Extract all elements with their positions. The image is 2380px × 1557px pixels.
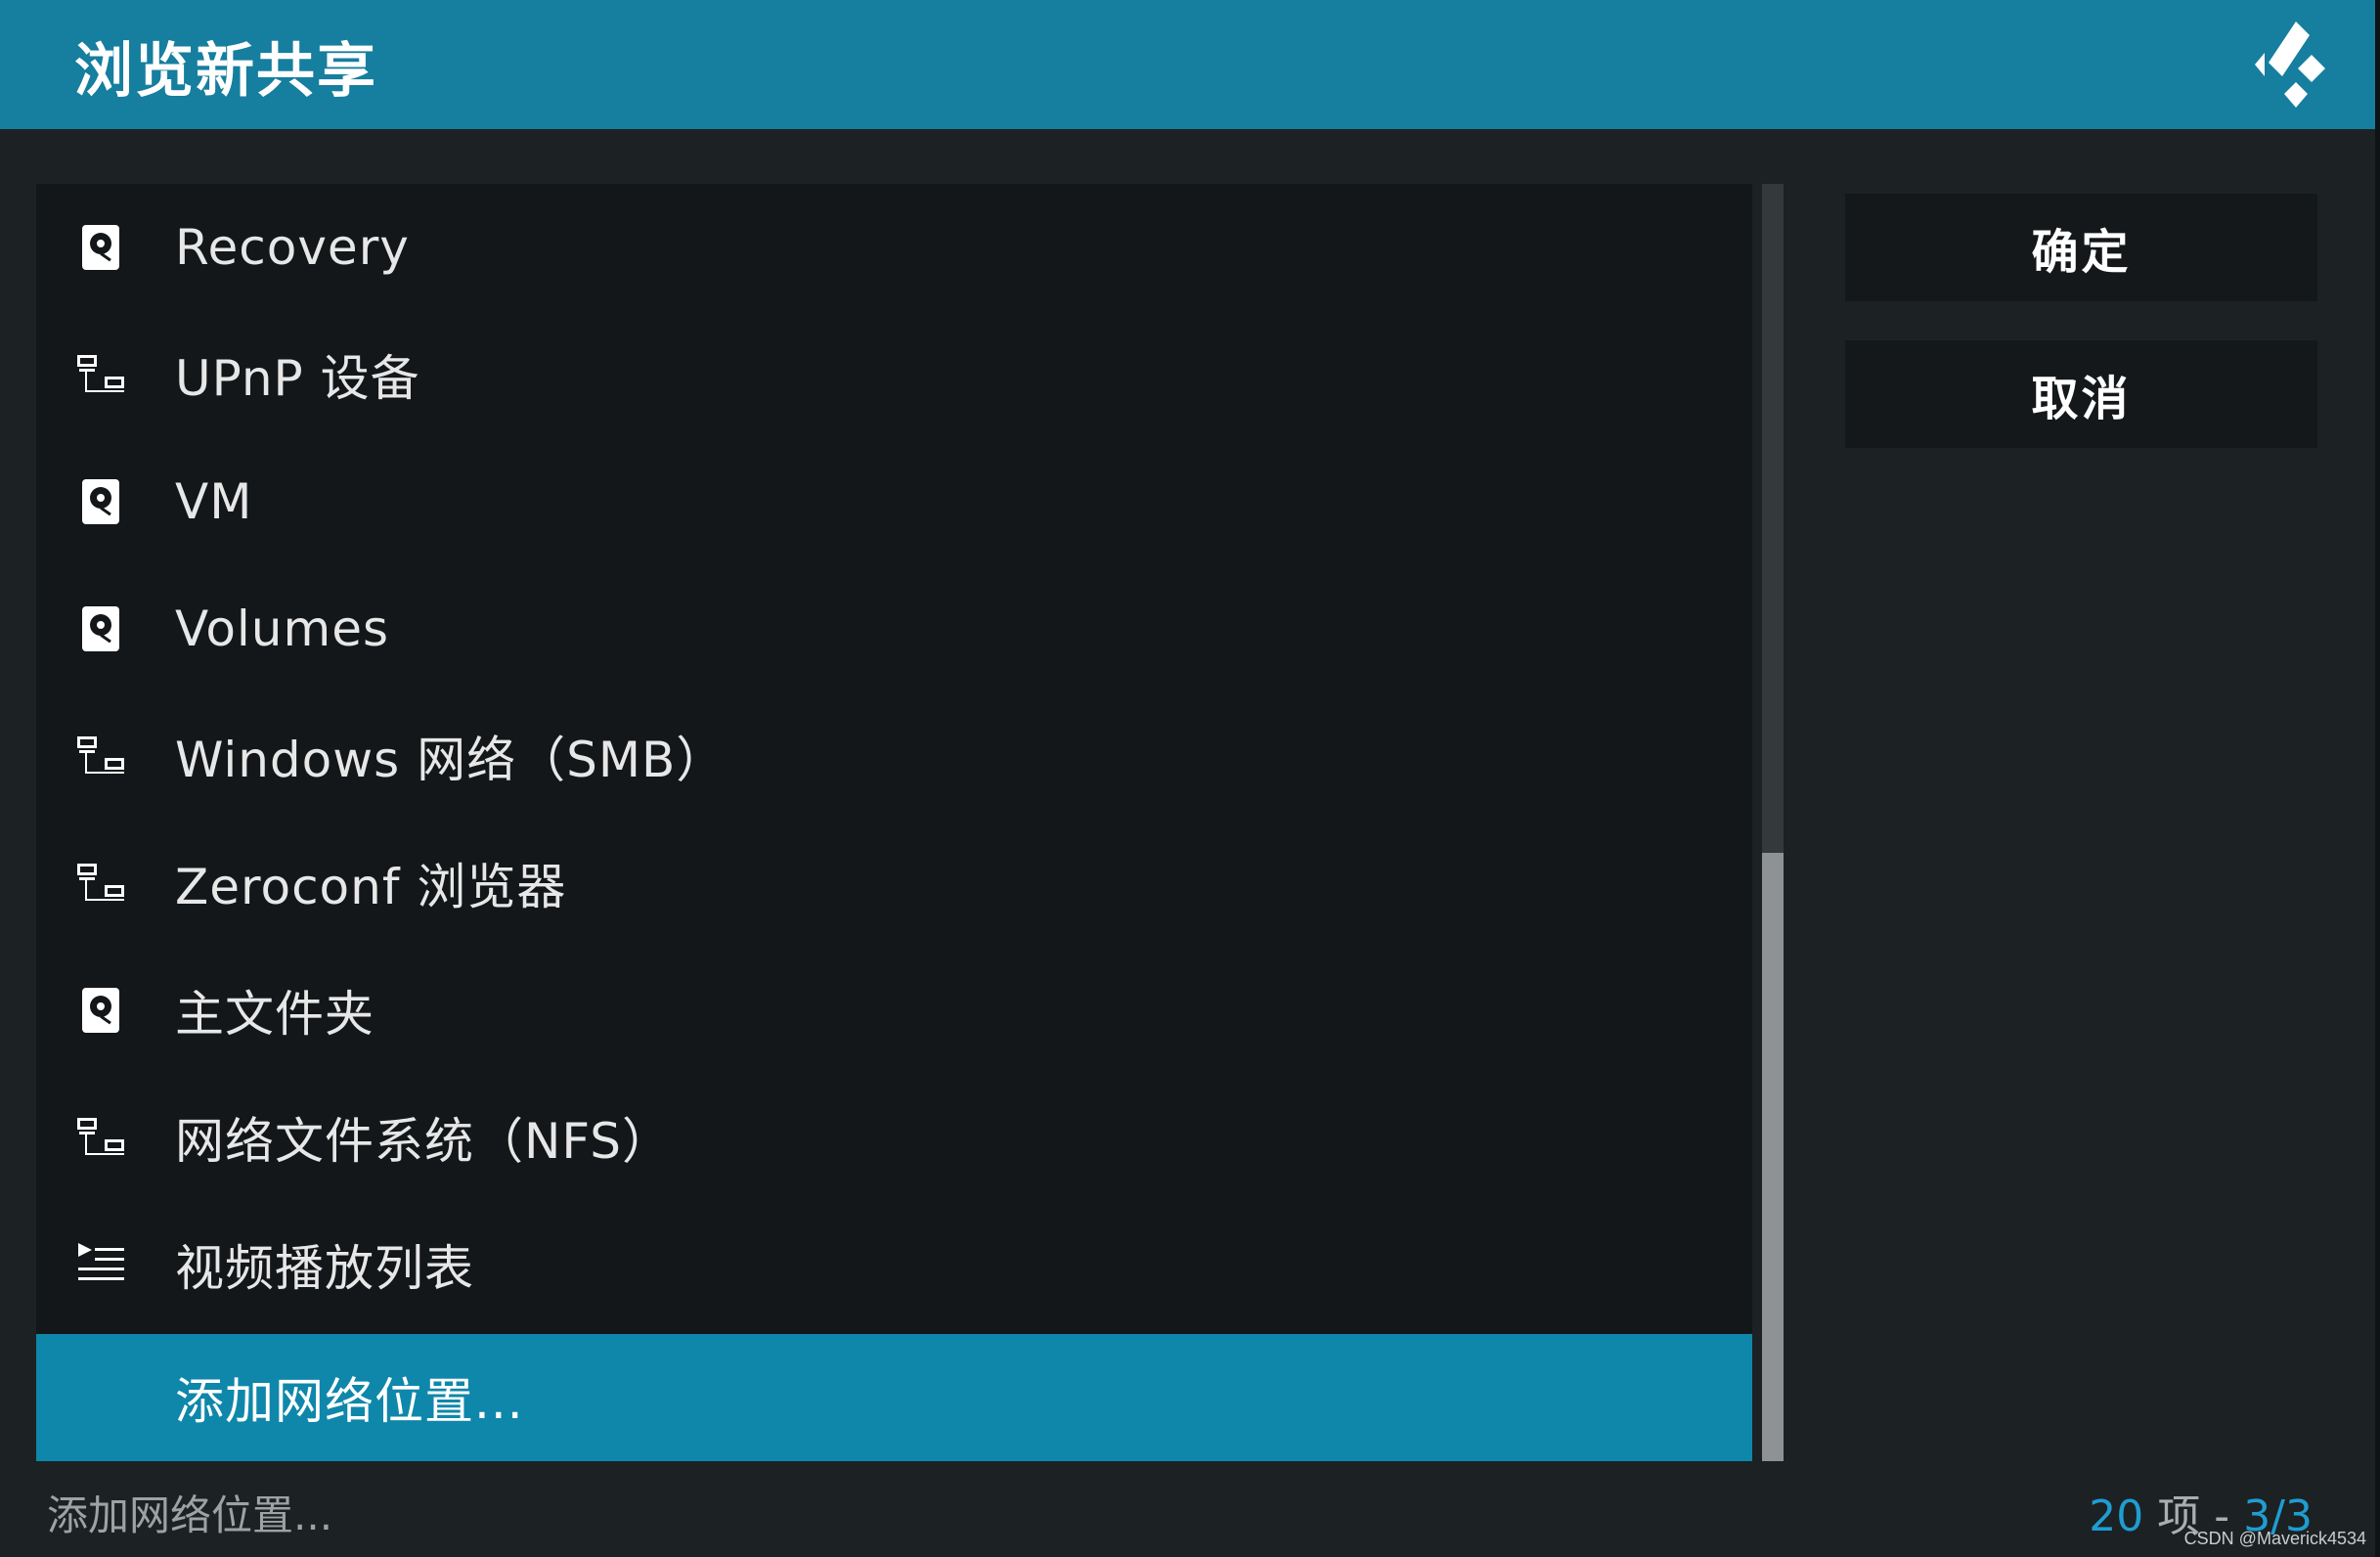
ok-button[interactable]: 确定 — [1845, 194, 2317, 301]
list-item-home-folder[interactable]: 主文件夹 — [36, 947, 1752, 1074]
selected-item-label: 添加网络位置... — [47, 1491, 333, 1539]
dialog-header: 浏览新共享 — [0, 0, 2375, 129]
list-item-windows-smb[interactable]: Windows 网络（SMB） — [36, 692, 1752, 820]
list-item-label: Volumes — [175, 601, 390, 657]
list-item-label: 视频播放列表 — [175, 1240, 474, 1297]
hard-drive-icon — [82, 606, 119, 651]
list-item-label: Windows 网络（SMB） — [175, 732, 727, 788]
list-item-upnp[interactable]: UPnP 设备 — [36, 311, 1752, 438]
network-icon — [77, 864, 124, 901]
dialog-title: 浏览新共享 — [74, 37, 377, 106]
kodi-logo-icon — [2255, 22, 2325, 108]
cancel-button[interactable]: 取消 — [1845, 340, 2317, 448]
list-item-recovery[interactable]: Recovery — [36, 184, 1752, 311]
hard-drive-icon — [82, 988, 119, 1033]
hard-drive-icon — [82, 479, 119, 524]
network-icon — [77, 1118, 124, 1155]
list-item-label: Recovery — [175, 219, 410, 276]
list-item-volumes[interactable]: Volumes — [36, 565, 1752, 692]
list-item-add-network-location[interactable]: 添加网络位置... — [36, 1334, 1752, 1461]
list-item-label: VM — [175, 473, 253, 530]
network-icon — [77, 355, 124, 392]
list-item-nfs[interactable]: 网络文件系统（NFS） — [36, 1074, 1752, 1201]
list-item-label: 网络文件系统（NFS） — [175, 1113, 673, 1170]
scrollbar-thumb[interactable] — [1762, 853, 1784, 1461]
hard-drive-icon — [82, 225, 119, 270]
list-item-video-playlist[interactable]: 视频播放列表 — [36, 1201, 1752, 1328]
item-count: 20 — [2089, 1491, 2144, 1541]
network-icon — [77, 736, 124, 774]
list-item-label: Zeroconf 浏览器 — [175, 859, 567, 915]
list-item-vm[interactable]: VM — [36, 438, 1752, 565]
playlist-icon — [78, 1243, 124, 1280]
list-item-label: 添加网络位置... — [175, 1373, 524, 1430]
watermark: CSDN @Maverick4534 — [2183, 1529, 2366, 1548]
list-item-label: 主文件夹 — [175, 986, 375, 1043]
browse-share-dialog: 浏览新共享 Recovery UPnP 设备 VM Volumes Window… — [0, 0, 2375, 1557]
list-item-label: UPnP 设备 — [175, 350, 420, 407]
list-item-zeroconf[interactable]: Zeroconf 浏览器 — [36, 820, 1752, 947]
